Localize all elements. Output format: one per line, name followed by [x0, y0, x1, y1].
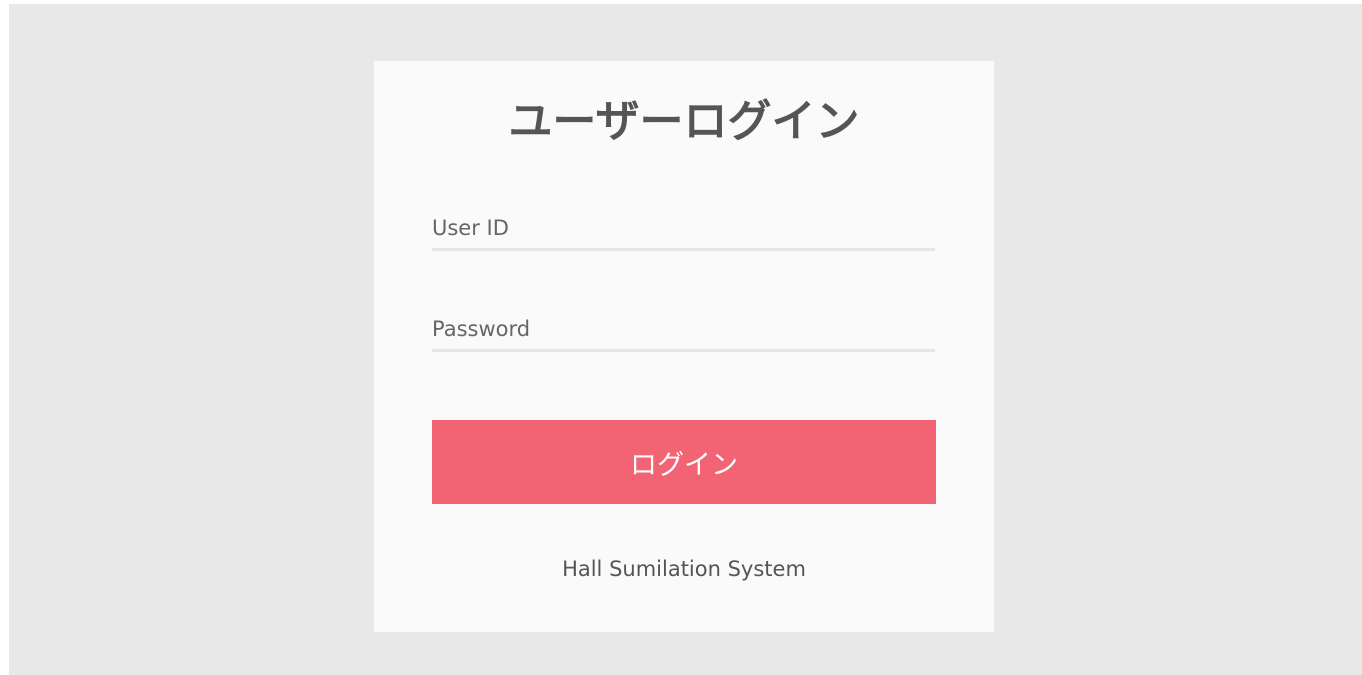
user-id-input[interactable] [432, 208, 935, 251]
page-title: ユーザーログイン [508, 96, 860, 147]
password-input[interactable] [432, 309, 935, 352]
system-name-footer: Hall Sumilation System [562, 557, 806, 581]
page-background: ユーザーログイン ログイン Hall Sumilation System [9, 4, 1362, 675]
login-button[interactable]: ログイン [432, 420, 936, 504]
login-card: ユーザーログイン ログイン Hall Sumilation System [374, 61, 994, 632]
